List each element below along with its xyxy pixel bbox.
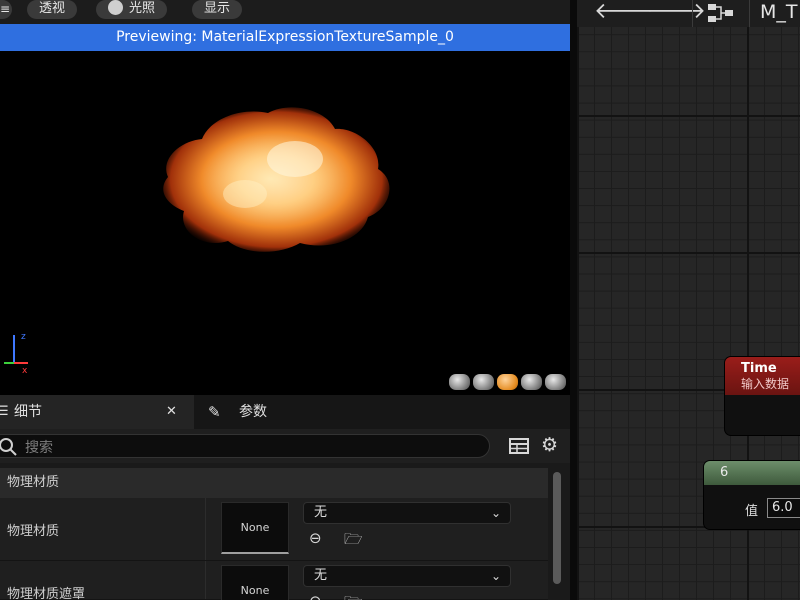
asset-picker-value: 无 <box>314 505 328 520</box>
toolbar-separator <box>749 0 750 27</box>
table-view-icon[interactable] <box>509 438 529 454</box>
asset-picker-value: 无 <box>314 568 328 583</box>
asset-picker-combo[interactable]: 无 ⌄ <box>303 565 511 587</box>
tab-parameters[interactable]: ✎ 参数 <box>205 395 325 429</box>
property-row: 物理材质 None 无 ⌄ ⊖ 🗁 <box>0 498 548 561</box>
constant-node[interactable]: 6 值 6.0 <box>704 461 800 529</box>
forward-arrow-icon[interactable]: 🡒 <box>647 1 706 23</box>
time-node-header: Time 输入数据 <box>725 357 800 395</box>
material-graph[interactable]: 🡐 🡒 M_T Time 输入数据 6 值 6.0 <box>577 0 800 600</box>
details-scrollbar[interactable] <box>551 468 561 600</box>
edit-params-icon: ✎ <box>208 403 221 421</box>
viewport-toolbar: ≡ 透视 光照 显示 <box>0 0 570 24</box>
toolbar-separator <box>692 0 693 27</box>
axis-gizmo: z x <box>4 332 28 376</box>
chevron-down-icon: ⌄ <box>490 569 501 583</box>
time-node[interactable]: Time 输入数据 <box>725 357 800 435</box>
constant-node-header: 6 <box>704 461 800 485</box>
use-selected-asset-icon[interactable]: ⊖ <box>309 592 329 600</box>
cube-preview-icon[interactable] <box>521 374 542 390</box>
details-list-icon: ☰ <box>0 404 9 419</box>
graph-breadcrumb-title[interactable]: M_T <box>760 0 798 24</box>
svg-text:z: z <box>21 332 26 342</box>
perspective-label: 透视 <box>39 1 66 16</box>
use-selected-asset-icon[interactable]: ⊖ <box>309 529 329 547</box>
preview-shape-selector <box>449 374 566 392</box>
asset-picker-combo[interactable]: 无 ⌄ <box>303 502 511 524</box>
preview-banner: Previewing: MaterialExpressionTextureSam… <box>0 24 570 51</box>
tab-details[interactable]: ☰ 细节 ✕ <box>0 395 194 429</box>
plane-preview-icon[interactable] <box>497 374 518 390</box>
menu-icon: ≡ <box>0 2 11 16</box>
show-label: 显示 <box>204 1 231 16</box>
constant-value-label: 值 <box>745 504 759 519</box>
column-divider[interactable] <box>205 561 206 599</box>
fire-texture-preview <box>163 107 390 252</box>
panel-splitter[interactable] <box>570 0 577 600</box>
search-placeholder: 搜索 <box>25 440 53 456</box>
property-label: 物理材质 <box>7 524 60 539</box>
close-icon[interactable]: ✕ <box>166 395 177 429</box>
constant-value-input[interactable]: 6.0 <box>767 498 800 518</box>
lit-button[interactable]: 光照 <box>96 0 168 19</box>
details-panel: ☰ 细节 ✕ ✎ 参数 搜索 ⚙ 物理材质 物理材质 None 无 ⌄ ⊖ 🗁 … <box>0 395 570 600</box>
sphere-preview-icon[interactable] <box>473 374 494 390</box>
section-header[interactable]: 物理材质 <box>0 468 548 498</box>
time-node-subtitle: 输入数据 <box>741 377 790 391</box>
asset-thumbnail[interactable]: None <box>221 502 289 554</box>
svg-text:x: x <box>22 366 28 376</box>
perspective-button[interactable]: 透视 <box>27 0 78 19</box>
property-label: 物理材质遮罩 <box>7 587 86 600</box>
settings-gear-icon[interactable]: ⚙ <box>541 434 558 456</box>
scrollbar-thumb[interactable] <box>553 472 561 584</box>
details-search-row: 搜索 ⚙ <box>0 429 570 463</box>
preview-viewport[interactable]: z x <box>0 51 570 395</box>
property-row: 物理材质遮罩 None 无 ⌄ ⊖ 🗁 <box>0 561 548 600</box>
viewport-menu-button[interactable]: ≡ <box>0 0 12 19</box>
chevron-down-icon: ⌄ <box>490 506 501 520</box>
back-arrow-icon[interactable]: 🡐 <box>594 1 653 23</box>
custom-mesh-preview-icon[interactable] <box>545 374 566 390</box>
asset-thumbnail[interactable]: None <box>221 565 289 600</box>
browse-folder-icon[interactable]: 🗁 <box>344 592 364 600</box>
browse-folder-icon[interactable]: 🗁 <box>344 529 364 548</box>
graph-hierarchy-icon[interactable] <box>707 2 737 24</box>
lit-sphere-icon <box>108 0 123 15</box>
column-divider[interactable] <box>205 498 206 560</box>
details-tab-bar: ☰ 细节 ✕ ✎ 参数 <box>0 395 570 429</box>
search-input[interactable]: 搜索 <box>0 434 490 458</box>
tab-details-label: 细节 <box>14 404 42 420</box>
lit-label: 光照 <box>129 1 156 16</box>
cylinder-preview-icon[interactable] <box>449 374 470 390</box>
time-node-title: Time <box>741 361 777 376</box>
tab-parameters-label: 参数 <box>239 404 267 420</box>
graph-toolbar: 🡐 🡒 M_T <box>577 0 800 27</box>
show-button[interactable]: 显示 <box>192 0 243 19</box>
material-editor: ≡ 透视 光照 显示 Previewing: MaterialExpressio… <box>0 0 800 600</box>
search-icon <box>0 438 17 456</box>
